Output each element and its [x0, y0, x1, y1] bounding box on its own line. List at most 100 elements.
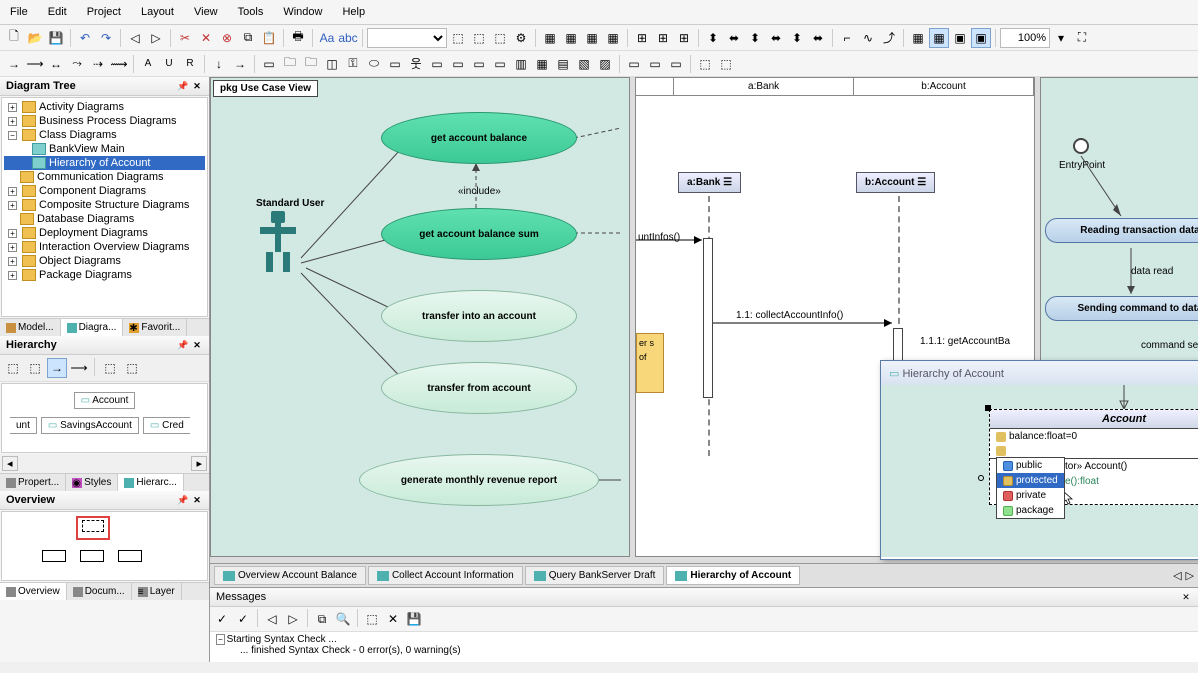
- entry-point[interactable]: [1073, 138, 1089, 154]
- close-icon[interactable]: ✕: [191, 80, 203, 92]
- tree-package[interactable]: Package Diagrams: [39, 269, 132, 281]
- close-icon[interactable]: ✕: [191, 339, 203, 351]
- layout-3-icon[interactable]: ⬍: [745, 28, 765, 48]
- find-icon[interactable]: Aa: [317, 28, 337, 48]
- align-1-icon[interactable]: ▦: [540, 28, 560, 48]
- tree-database[interactable]: Database Diagrams: [37, 213, 134, 225]
- view-2-icon[interactable]: ▦: [929, 28, 949, 48]
- align-2-icon[interactable]: ▦: [561, 28, 581, 48]
- lifeline-bank[interactable]: a:Bank ☰: [678, 172, 741, 193]
- close-icon[interactable]: ✕: [191, 494, 203, 506]
- tab-properties[interactable]: Propert...: [0, 474, 66, 491]
- lifeline-account[interactable]: b:Account ☰: [856, 172, 935, 193]
- usecase-diagram[interactable]: pkg Use Case View Standard User: [210, 77, 630, 557]
- h-tool-4-icon[interactable]: ⟶: [69, 358, 89, 378]
- cancel-icon[interactable]: ⊗: [217, 28, 237, 48]
- shape-key-icon[interactable]: ⚿: [343, 54, 363, 74]
- conn-2-icon[interactable]: ⟶: [25, 54, 45, 74]
- collapse-icon[interactable]: −: [8, 131, 17, 140]
- prev-icon[interactable]: ◁: [125, 28, 145, 48]
- tab-scroll-right-icon[interactable]: ▷: [1186, 569, 1194, 582]
- shape-s5-icon[interactable]: ▥: [511, 54, 531, 74]
- vis-private[interactable]: private: [997, 488, 1064, 503]
- shape-pkg-icon[interactable]: 🗀: [301, 54, 321, 74]
- hierarchy-child-0[interactable]: unt: [10, 417, 37, 434]
- arrow-right-icon[interactable]: →: [230, 54, 250, 74]
- usecase-get-balance-sum[interactable]: get account balance sum: [381, 208, 577, 260]
- expand-icon[interactable]: +: [8, 257, 17, 266]
- align-3-icon[interactable]: ▦: [582, 28, 602, 48]
- tree-hierarchy-account[interactable]: Hierarchy of Account: [49, 157, 151, 169]
- save-icon[interactable]: 💾: [46, 28, 66, 48]
- tab-styles[interactable]: ◉Styles: [66, 474, 118, 491]
- grid-1-icon[interactable]: ⊞: [632, 28, 652, 48]
- h-tool-1-icon[interactable]: ⬚: [3, 358, 23, 378]
- inner-window-hierarchy[interactable]: ▭ Hierarchy of Account ━ ▣ ✕ Account bal…: [880, 360, 1198, 560]
- tool-2-icon[interactable]: ⬚: [469, 28, 489, 48]
- note-3-icon[interactable]: ▭: [666, 54, 686, 74]
- tree-object[interactable]: Object Diagrams: [39, 255, 121, 267]
- shape-comp-icon[interactable]: ◫: [322, 54, 342, 74]
- layout-4-icon[interactable]: ⬌: [766, 28, 786, 48]
- msg-prev-icon[interactable]: ◁: [262, 609, 282, 629]
- view-4-icon[interactable]: ▣: [971, 28, 991, 48]
- seq-fragment[interactable]: er s of: [636, 333, 664, 393]
- diagram-combo[interactable]: [367, 28, 447, 48]
- scroll-right-icon[interactable]: ▸: [191, 456, 207, 471]
- next-icon[interactable]: ▷: [146, 28, 166, 48]
- zoom-input[interactable]: [1000, 28, 1050, 48]
- layout-5-icon[interactable]: ⬍: [787, 28, 807, 48]
- tab-scroll-left-icon[interactable]: ◁: [1173, 569, 1181, 582]
- copy-icon[interactable]: ⧉: [238, 28, 258, 48]
- menu-view[interactable]: View: [184, 3, 228, 21]
- tab-hierarchy[interactable]: Hierarc...: [118, 474, 184, 491]
- layout-1-icon[interactable]: ⬍: [703, 28, 723, 48]
- pin-icon[interactable]: 📌: [177, 339, 189, 351]
- tree-bpd[interactable]: Business Process Diagrams: [39, 115, 177, 127]
- shape-rect-icon[interactable]: ▭: [259, 54, 279, 74]
- shape-s6-icon[interactable]: ▦: [532, 54, 552, 74]
- misc-1-icon[interactable]: ⬚: [695, 54, 715, 74]
- msg-find-icon[interactable]: 🔍: [333, 609, 353, 629]
- shape-s2-icon[interactable]: ▭: [448, 54, 468, 74]
- actor-standard-user[interactable]: Standard User: [256, 198, 324, 273]
- expand-icon[interactable]: +: [8, 243, 17, 252]
- messages-body[interactable]: −Starting Syntax Check ... ... finished …: [210, 632, 1198, 662]
- layout-2-icon[interactable]: ⬌: [724, 28, 744, 48]
- tool-3-icon[interactable]: ⬚: [490, 28, 510, 48]
- shape-s7-icon[interactable]: ▤: [553, 54, 573, 74]
- redo-icon[interactable]: ↷: [96, 28, 116, 48]
- menu-tools[interactable]: Tools: [228, 3, 274, 21]
- gear-icon[interactable]: ⚙: [511, 28, 531, 48]
- msg-tool-1-icon[interactable]: ✓: [212, 609, 232, 629]
- visibility-dropdown[interactable]: public protected private package: [996, 457, 1065, 519]
- delete-icon[interactable]: ✕: [196, 28, 216, 48]
- conn-4-icon[interactable]: ⤳: [67, 54, 87, 74]
- menu-project[interactable]: Project: [77, 3, 131, 21]
- menu-window[interactable]: Window: [273, 3, 332, 21]
- tree-interaction[interactable]: Interaction Overview Diagrams: [39, 241, 189, 253]
- menu-help[interactable]: Help: [332, 3, 375, 21]
- expand-icon[interactable]: +: [8, 117, 17, 126]
- attr-balance[interactable]: balance:float=0: [990, 429, 1198, 444]
- menu-file[interactable]: File: [0, 3, 38, 21]
- usecase-generate-report[interactable]: generate monthly revenue report: [359, 454, 599, 506]
- tree-activity[interactable]: Activity Diagrams: [39, 101, 124, 113]
- shape-s3-icon[interactable]: ▭: [469, 54, 489, 74]
- h-tool-5-icon[interactable]: ⬚: [100, 358, 120, 378]
- doc-tab-hierarchy-account[interactable]: Hierarchy of Account: [666, 566, 800, 585]
- close-icon[interactable]: ✕: [1180, 591, 1192, 603]
- shape-s1-icon[interactable]: ▭: [427, 54, 447, 74]
- zoom-fit-icon[interactable]: ⛶: [1072, 28, 1092, 48]
- note-2-icon[interactable]: ▭: [645, 54, 665, 74]
- tab-documentation[interactable]: Docum...: [67, 583, 132, 600]
- undo-icon[interactable]: ↶: [75, 28, 95, 48]
- menu-edit[interactable]: Edit: [38, 3, 77, 21]
- expand-icon[interactable]: +: [8, 201, 17, 210]
- print-icon[interactable]: 🖶: [288, 28, 308, 48]
- tool-1-icon[interactable]: ⬚: [448, 28, 468, 48]
- msg-next-icon[interactable]: ▷: [283, 609, 303, 629]
- grid-3-icon[interactable]: ⊞: [674, 28, 694, 48]
- tree-composite[interactable]: Composite Structure Diagrams: [39, 199, 189, 211]
- tree-component[interactable]: Component Diagrams: [39, 185, 146, 197]
